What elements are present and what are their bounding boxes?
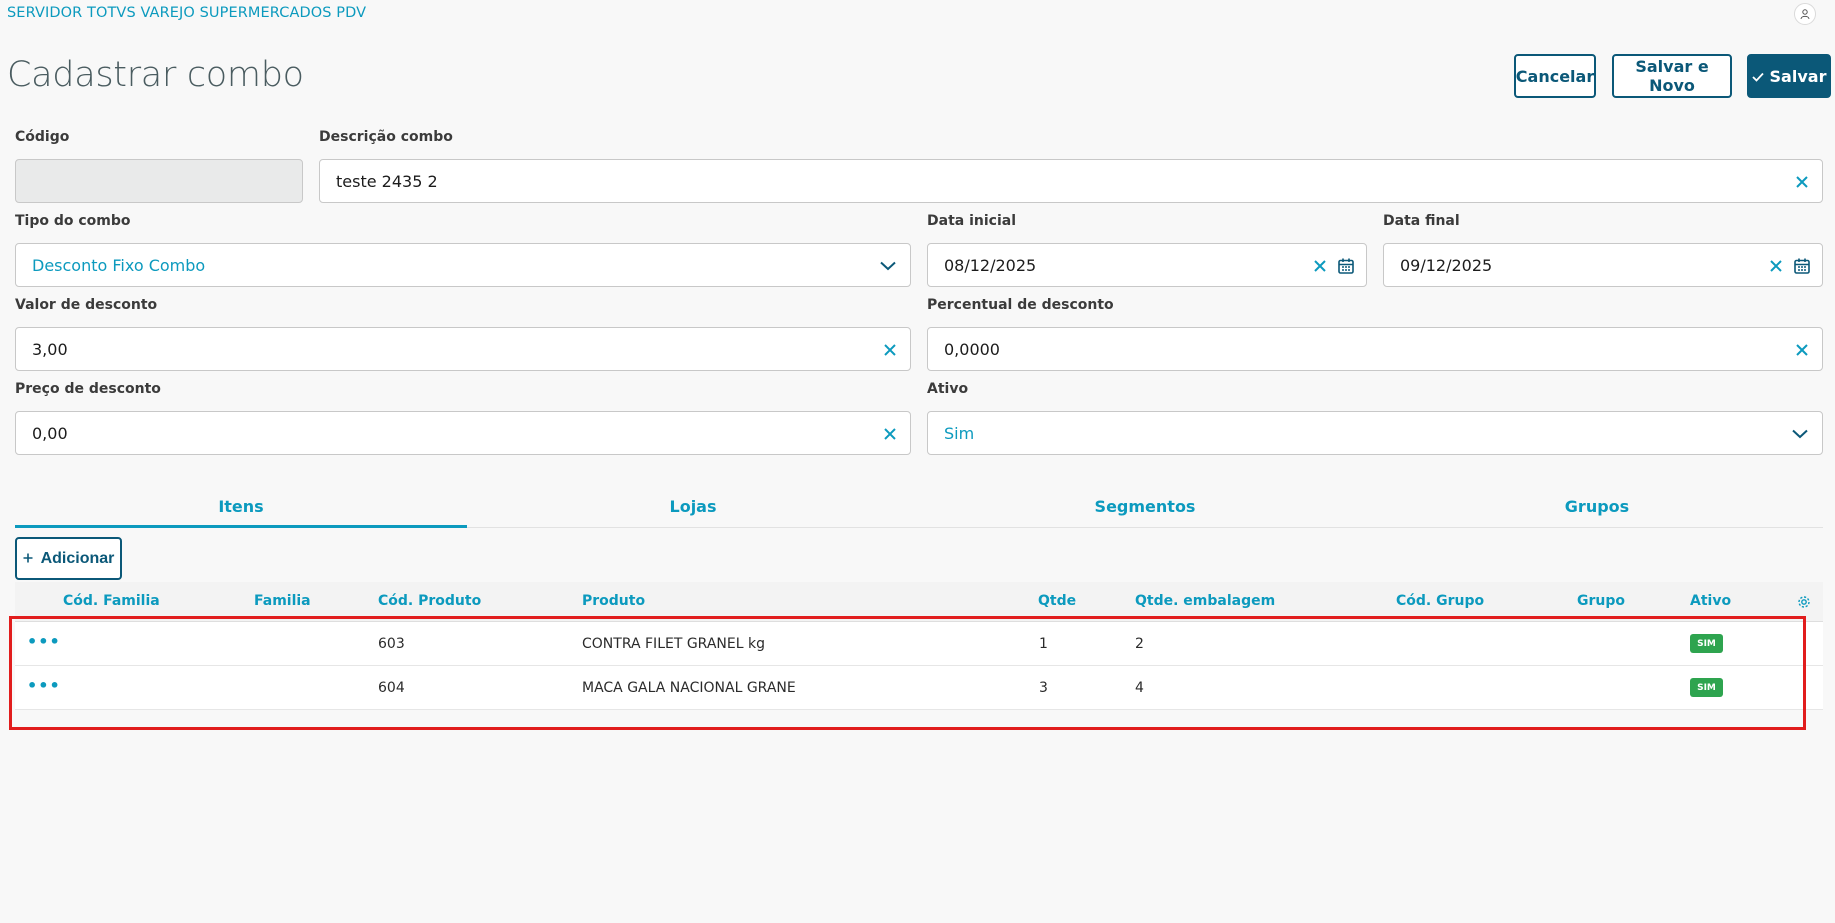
data-final-label: Data final: [1383, 213, 1460, 229]
add-item-button[interactable]: Adicionar: [15, 537, 122, 580]
data-final-field[interactable]: 09/12/2025: [1383, 243, 1823, 287]
cancel-button-label: Cancelar: [1515, 66, 1595, 86]
percentual-desconto-value: 0,0000: [944, 339, 1000, 359]
data-final-value: 09/12/2025: [1400, 255, 1493, 275]
valor-desconto-field[interactable]: 3,00: [15, 327, 911, 371]
clear-icon[interactable]: [1766, 256, 1786, 276]
data-inicial-label: Data inicial: [927, 213, 1016, 229]
column-header-cod-grupo[interactable]: Cód. Grupo: [1396, 593, 1484, 609]
cancel-button[interactable]: Cancelar: [1514, 54, 1596, 98]
data-inicial-value: 08/12/2025: [944, 255, 1037, 275]
percentual-desconto-field[interactable]: 0,0000: [927, 327, 1823, 371]
ativo-label: Ativo: [927, 381, 969, 397]
cell-qtde: 1: [1039, 636, 1048, 652]
table-header: Cód. Familia Familia Cód. Produto Produt…: [15, 582, 1823, 622]
valor-desconto-label: Valor de desconto: [15, 297, 158, 313]
column-header-qtde[interactable]: Qtde: [1038, 593, 1076, 609]
tipo-value: Desconto Fixo Combo: [32, 255, 206, 275]
clear-icon[interactable]: [880, 424, 900, 444]
tab-segmentos[interactable]: Segmentos: [919, 490, 1371, 528]
calendar-icon[interactable]: [1792, 256, 1812, 276]
descricao-value: teste 2435 2: [336, 171, 438, 191]
column-header-cod-produto[interactable]: Cód. Produto: [378, 593, 481, 609]
data-inicial-field[interactable]: 08/12/2025: [927, 243, 1367, 287]
plus-icon: [23, 550, 33, 568]
codigo-label: Código: [15, 129, 70, 145]
tab-itens[interactable]: Itens: [15, 490, 467, 528]
user-icon: [1799, 5, 1811, 24]
ativo-value: Sim: [944, 423, 975, 443]
preco-desconto-value: 0,00: [32, 423, 68, 443]
save-and-new-button[interactable]: Salvar e Novo: [1612, 54, 1732, 98]
calendar-icon[interactable]: [1336, 256, 1356, 276]
check-icon: [1751, 67, 1764, 86]
percentual-desconto-label: Percentual de desconto: [927, 297, 1114, 313]
codigo-field: [15, 159, 303, 203]
clear-icon[interactable]: [880, 340, 900, 360]
cell-cod-produto: 603: [378, 636, 405, 652]
add-item-label: Adicionar: [40, 549, 115, 567]
chevron-down-icon: [878, 256, 898, 276]
cell-cod-produto: 604: [378, 680, 405, 696]
tab-itens-label: Itens: [218, 497, 264, 516]
preco-desconto-field[interactable]: 0,00: [15, 411, 911, 455]
items-table: Cód. Familia Familia Cód. Produto Produt…: [15, 582, 1823, 710]
tab-grupos-label: Grupos: [1564, 497, 1630, 516]
tab-grupos[interactable]: Grupos: [1371, 490, 1823, 528]
clear-icon[interactable]: [1792, 340, 1812, 360]
gear-icon[interactable]: [1797, 594, 1811, 613]
tab-lojas-label: Lojas: [669, 497, 717, 516]
tab-lojas[interactable]: Lojas: [467, 490, 919, 528]
tab-segmentos-label: Segmentos: [1094, 497, 1196, 516]
chevron-down-icon: [1790, 424, 1810, 444]
clear-icon[interactable]: [1792, 172, 1812, 192]
descricao-field[interactable]: teste 2435 2: [319, 159, 1823, 203]
cell-qtde-embalagem: 2: [1135, 636, 1144, 652]
save-button[interactable]: Salvar: [1747, 54, 1831, 98]
top-bar: SERVIDOR TOTVS VAREJO SUPERMERCADOS PDV: [0, 0, 1835, 28]
clear-icon[interactable]: [1310, 256, 1330, 276]
column-header-cod-familia[interactable]: Cód. Familia: [63, 593, 160, 609]
cell-produto: CONTRA FILET GRANEL kg: [582, 636, 765, 652]
status-badge: SIM: [1690, 678, 1723, 697]
tab-bar: Itens Lojas Segmentos Grupos: [15, 490, 1823, 528]
app-title: SERVIDOR TOTVS VAREJO SUPERMERCADOS PDV: [7, 5, 367, 21]
column-header-grupo[interactable]: Grupo: [1577, 593, 1625, 609]
cell-qtde-embalagem: 4: [1135, 680, 1144, 696]
descricao-label: Descrição combo: [319, 129, 453, 145]
table-row: ••• 603 CONTRA FILET GRANEL kg 1 2 SIM: [15, 622, 1823, 666]
save-and-new-label: Salvar e Novo: [1635, 57, 1709, 95]
save-button-label: Salvar: [1769, 66, 1827, 86]
tipo-label: Tipo do combo: [15, 213, 131, 229]
tipo-select[interactable]: Desconto Fixo Combo: [15, 243, 911, 287]
column-header-qtde-embalagem[interactable]: Qtde. embalagem: [1135, 593, 1275, 609]
row-actions-button[interactable]: •••: [27, 632, 61, 651]
valor-desconto-value: 3,00: [32, 339, 68, 359]
table-row: ••• 604 MACA GALA NACIONAL GRANE 3 4 SIM: [15, 666, 1823, 710]
column-header-produto[interactable]: Produto: [582, 593, 645, 609]
page-title: Cadastrar combo: [7, 55, 304, 95]
column-header-familia[interactable]: Familia: [254, 593, 311, 609]
cell-qtde: 3: [1039, 680, 1048, 696]
user-menu-button[interactable]: [1794, 3, 1816, 25]
row-actions-button[interactable]: •••: [27, 676, 61, 695]
ativo-select[interactable]: Sim: [927, 411, 1823, 455]
preco-desconto-label: Preço de desconto: [15, 381, 161, 397]
cell-produto: MACA GALA NACIONAL GRANE: [582, 680, 796, 696]
column-header-ativo[interactable]: Ativo: [1690, 593, 1731, 609]
status-badge: SIM: [1690, 634, 1723, 653]
